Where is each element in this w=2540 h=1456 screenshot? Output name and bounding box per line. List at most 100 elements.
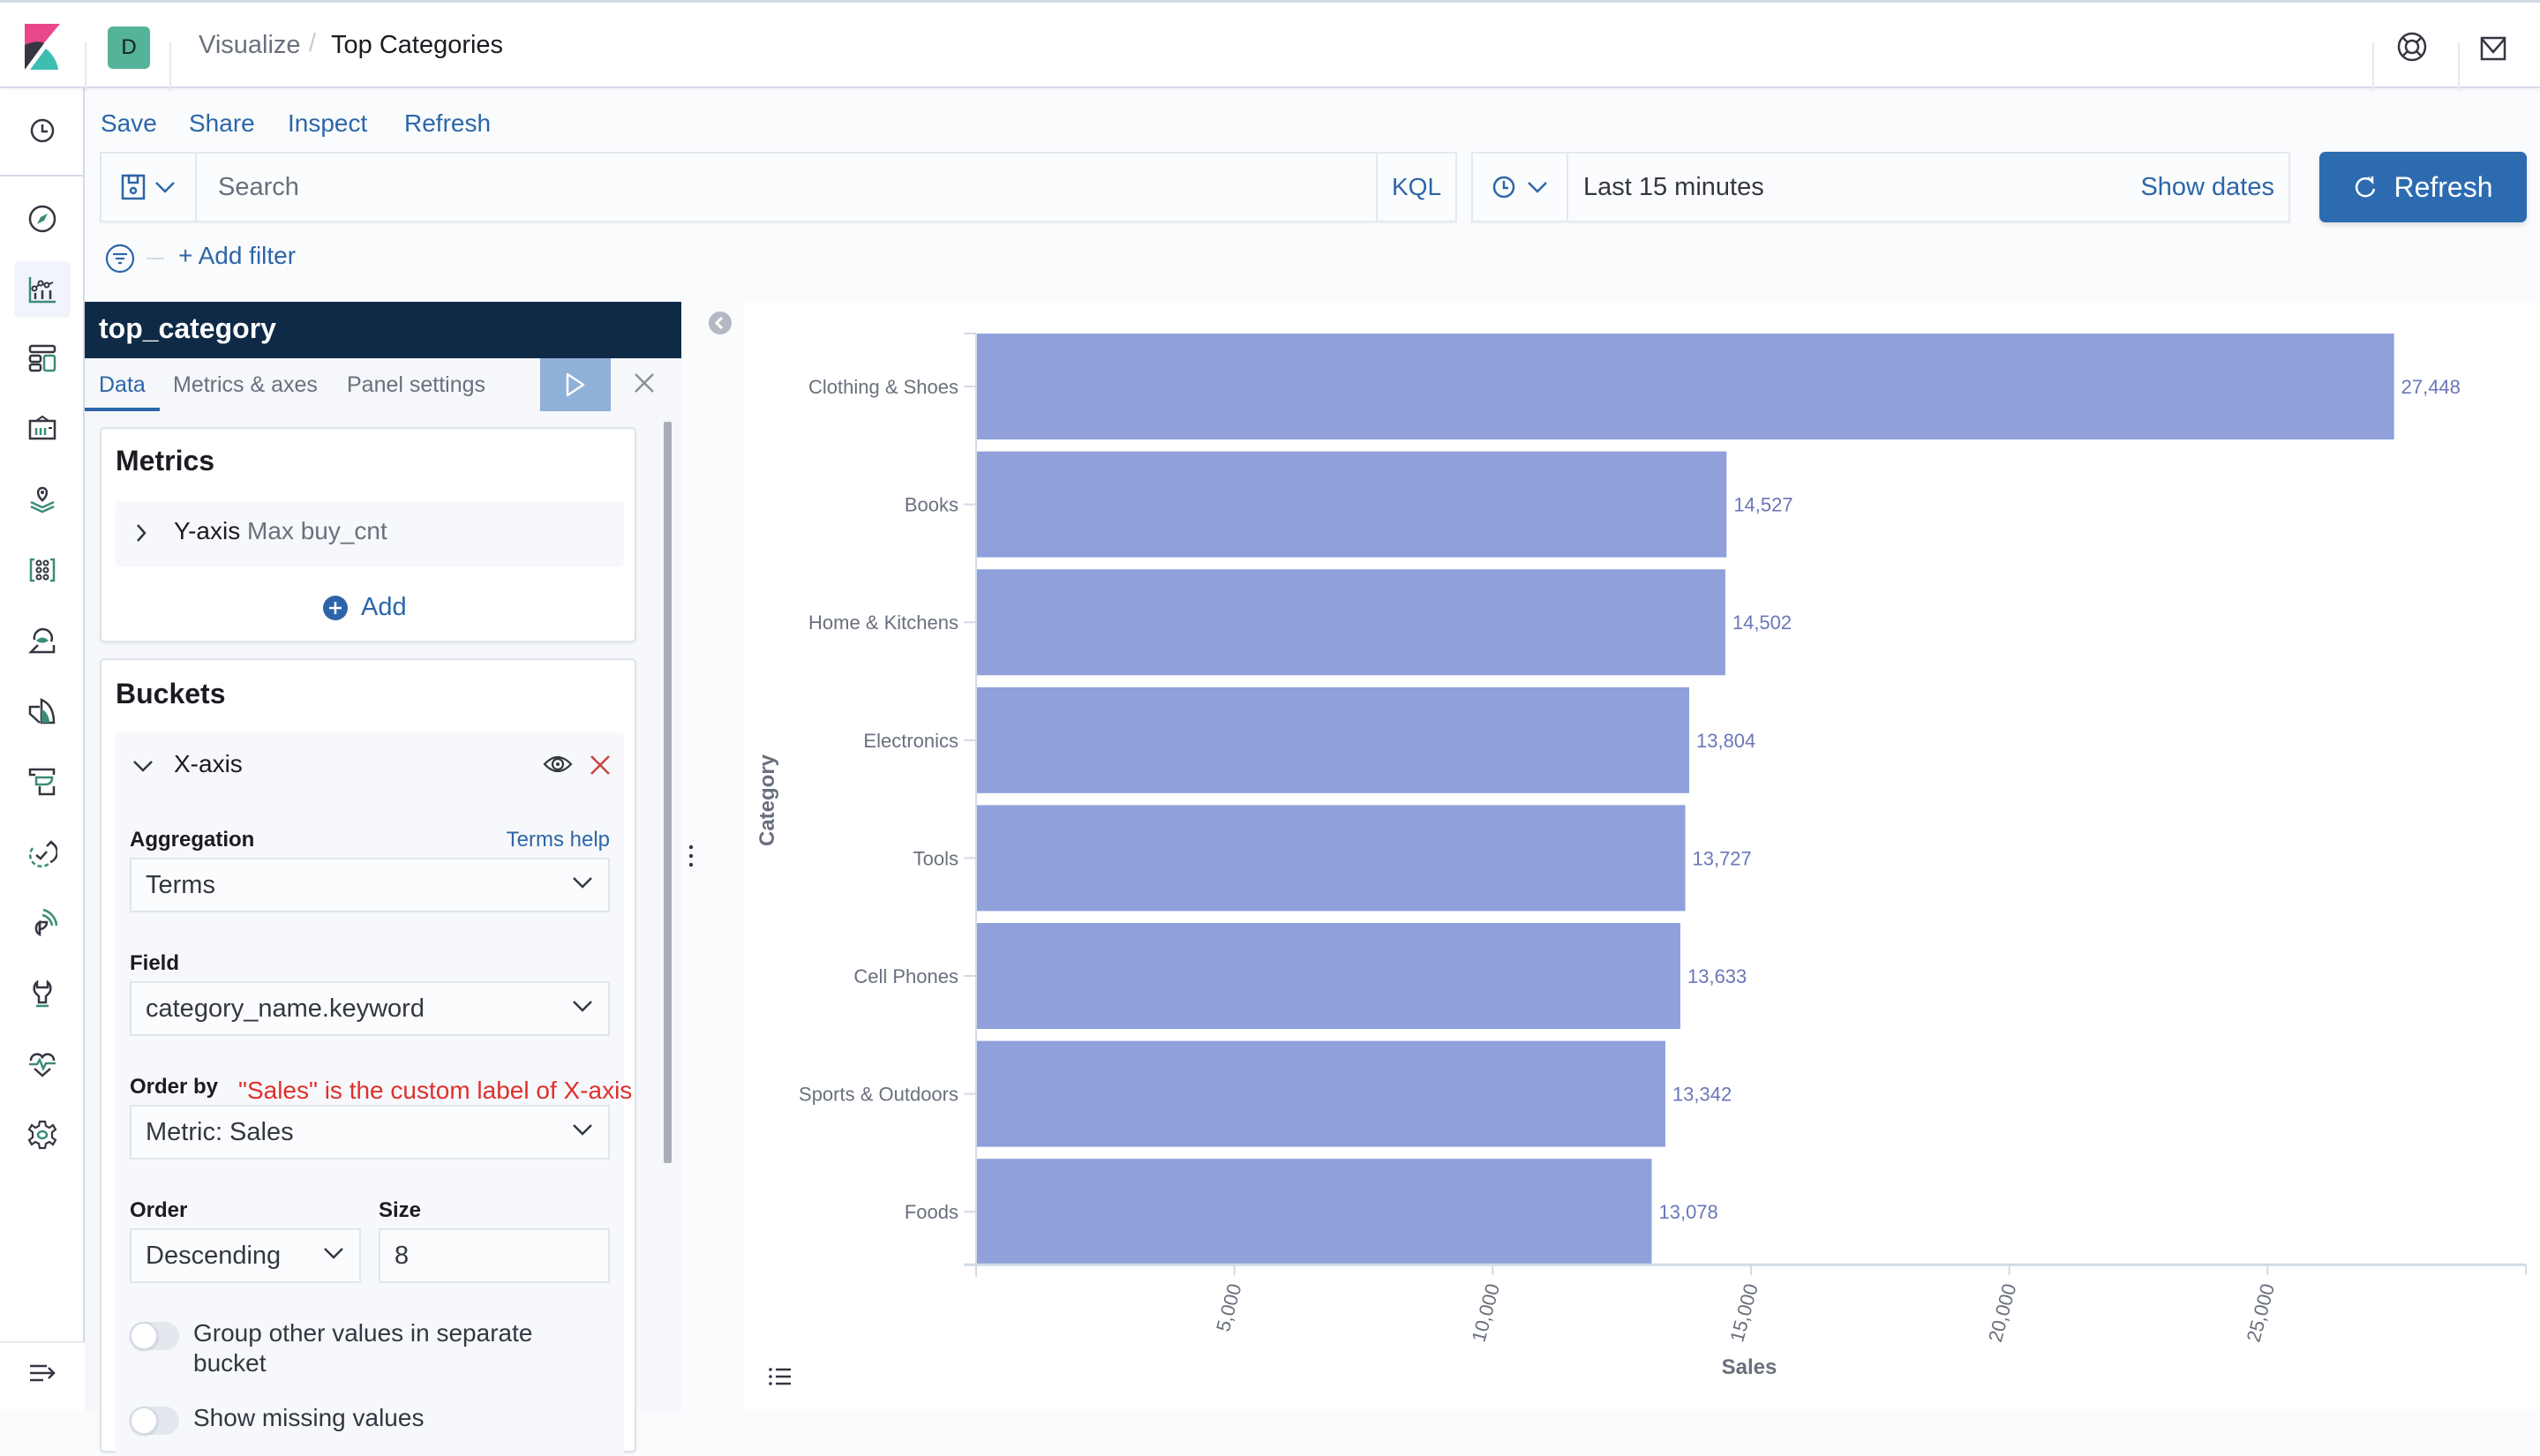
infrastructure-icon[interactable]	[21, 761, 64, 803]
time-range-value[interactable]: Last 15 minutes	[1583, 173, 1764, 202]
breadcrumb-current: Top Categories	[331, 31, 504, 59]
bar[interactable]	[977, 1040, 1665, 1147]
header-divider	[2458, 42, 2460, 91]
bar-value-label: 14,502	[1732, 612, 1792, 634]
ml-icon[interactable]	[21, 549, 64, 591]
order-by-select[interactable]: Metric: Sales	[130, 1105, 610, 1160]
saved-query-button[interactable]	[101, 154, 197, 221]
mail-icon[interactable]	[2478, 33, 2514, 68]
top-header: D Visualize / Top Categories	[0, 0, 2540, 91]
field-select[interactable]: category_name.keyword	[130, 981, 610, 1036]
wrench-icon[interactable]	[21, 972, 64, 1015]
legend-toggle-icon[interactable]	[768, 1366, 793, 1387]
collapse-sidebar-button[interactable]	[708, 311, 733, 335]
refresh-label: Refresh	[2393, 170, 2493, 203]
search-input[interactable]	[218, 154, 1277, 221]
aggregation-label: Aggregation	[130, 828, 255, 852]
time-picker: Last 15 minutes Show dates	[1471, 152, 2290, 222]
metric-agg-y-axis[interactable]: Y-axis Max buy_cnt	[116, 501, 624, 567]
add-filter-button[interactable]: + Add filter	[178, 242, 296, 270]
visualization-editor: top_category Data Metrics & axes Panel s…	[85, 302, 681, 1456]
tab-data[interactable]: Data	[99, 372, 146, 398]
plus-circle-icon	[322, 595, 349, 621]
apply-changes-button[interactable]	[540, 358, 611, 411]
bar[interactable]	[977, 334, 2394, 439]
x-axis-title: Sales	[1722, 1355, 1777, 1379]
inspect-link[interactable]: Inspect	[288, 109, 367, 138]
dashboard-icon[interactable]	[21, 337, 64, 379]
play-icon	[565, 372, 586, 398]
y-tick-label: Sports & Outdoors	[799, 1084, 958, 1106]
chevron-right-icon[interactable]	[135, 522, 147, 544]
quick-menu-button[interactable]	[1473, 154, 1568, 221]
order-value: Descending	[146, 1242, 282, 1270]
chevron-down-icon	[571, 875, 594, 898]
buckets-panel: Buckets X-axis Aggregation Terms help Te…	[100, 658, 636, 1456]
clock-icon	[1492, 175, 1516, 199]
eye-icon[interactable]	[543, 752, 573, 777]
gear-icon[interactable]	[21, 1114, 64, 1156]
bar[interactable]	[977, 569, 1725, 676]
editor-scrollbar[interactable]	[664, 422, 672, 1163]
visualize-icon[interactable]	[14, 261, 71, 318]
remove-icon[interactable]	[589, 754, 612, 777]
dock-menu-icon[interactable]	[21, 1352, 64, 1394]
heartbeat-icon[interactable]	[21, 1043, 64, 1085]
x-tick-label: 15,000	[1725, 1281, 1762, 1344]
y-axis-title: Category	[755, 754, 779, 846]
bar[interactable]	[977, 805, 1686, 912]
add-label: Add	[361, 593, 407, 621]
toggle-knob	[130, 1407, 158, 1435]
compass-icon[interactable]	[21, 198, 64, 240]
terms-help-link[interactable]: Terms help	[507, 828, 610, 852]
buckets-title: Buckets	[116, 678, 226, 709]
resize-handle[interactable]	[685, 843, 697, 869]
bar[interactable]	[977, 687, 1689, 793]
refresh-icon	[2353, 174, 2378, 200]
order-by-value: Metric: Sales	[146, 1118, 294, 1146]
filter-icon[interactable]	[105, 244, 135, 274]
metric-axis-label: Y-axis	[174, 517, 241, 544]
header-divider	[85, 42, 86, 91]
group-other-toggle[interactable]	[130, 1322, 179, 1350]
space-avatar[interactable]: D	[108, 26, 150, 69]
chevron-down-icon	[322, 1246, 345, 1269]
tab-panel-settings[interactable]: Panel settings	[347, 372, 485, 398]
kql-button[interactable]: KQL	[1376, 154, 1455, 221]
bar[interactable]	[977, 451, 1727, 558]
refresh-button[interactable]: Refresh	[2319, 152, 2527, 222]
chevron-down-icon[interactable]	[132, 759, 154, 773]
breadcrumb-visualize[interactable]: Visualize	[199, 31, 301, 60]
chevron-down-icon	[154, 180, 176, 194]
filter-separator	[147, 258, 164, 259]
tab-metrics-axes[interactable]: Metrics & axes	[173, 372, 318, 398]
siem-icon[interactable]	[21, 619, 64, 662]
kibana-logo[interactable]	[25, 24, 60, 70]
apm-icon[interactable]	[21, 690, 64, 732]
clock-icon[interactable]	[21, 109, 64, 152]
show-missing-label: Show missing values	[193, 1404, 425, 1431]
bar-value-label: 13,633	[1687, 965, 1747, 987]
aggregation-select[interactable]: Terms	[130, 858, 610, 912]
field-value: category_name.keyword	[146, 994, 425, 1023]
monitoring-icon[interactable]	[21, 902, 64, 944]
add-metric-button[interactable]: Add	[322, 593, 407, 622]
chevron-down-icon	[571, 1122, 594, 1145]
uptime-icon[interactable]	[21, 831, 64, 874]
help-icon[interactable]	[2394, 29, 2433, 68]
group-other-label: Group other values in separate bucket	[193, 1319, 533, 1377]
save-link[interactable]: Save	[101, 109, 157, 138]
refresh-link[interactable]: Refresh	[404, 109, 491, 138]
show-dates-link[interactable]: Show dates	[2140, 173, 2274, 202]
show-missing-toggle[interactable]	[130, 1407, 179, 1435]
bar[interactable]	[977, 1159, 1652, 1265]
order-select[interactable]: Descending	[130, 1228, 361, 1283]
size-input[interactable]: 8	[379, 1228, 610, 1283]
maps-icon[interactable]	[21, 478, 64, 521]
size-value: 8	[395, 1242, 410, 1270]
discard-changes-button[interactable]	[632, 371, 660, 399]
canvas-icon[interactable]	[21, 408, 64, 450]
bar[interactable]	[977, 923, 1680, 1029]
x-tick-label: 10,000	[1468, 1281, 1505, 1344]
share-link[interactable]: Share	[189, 109, 255, 138]
